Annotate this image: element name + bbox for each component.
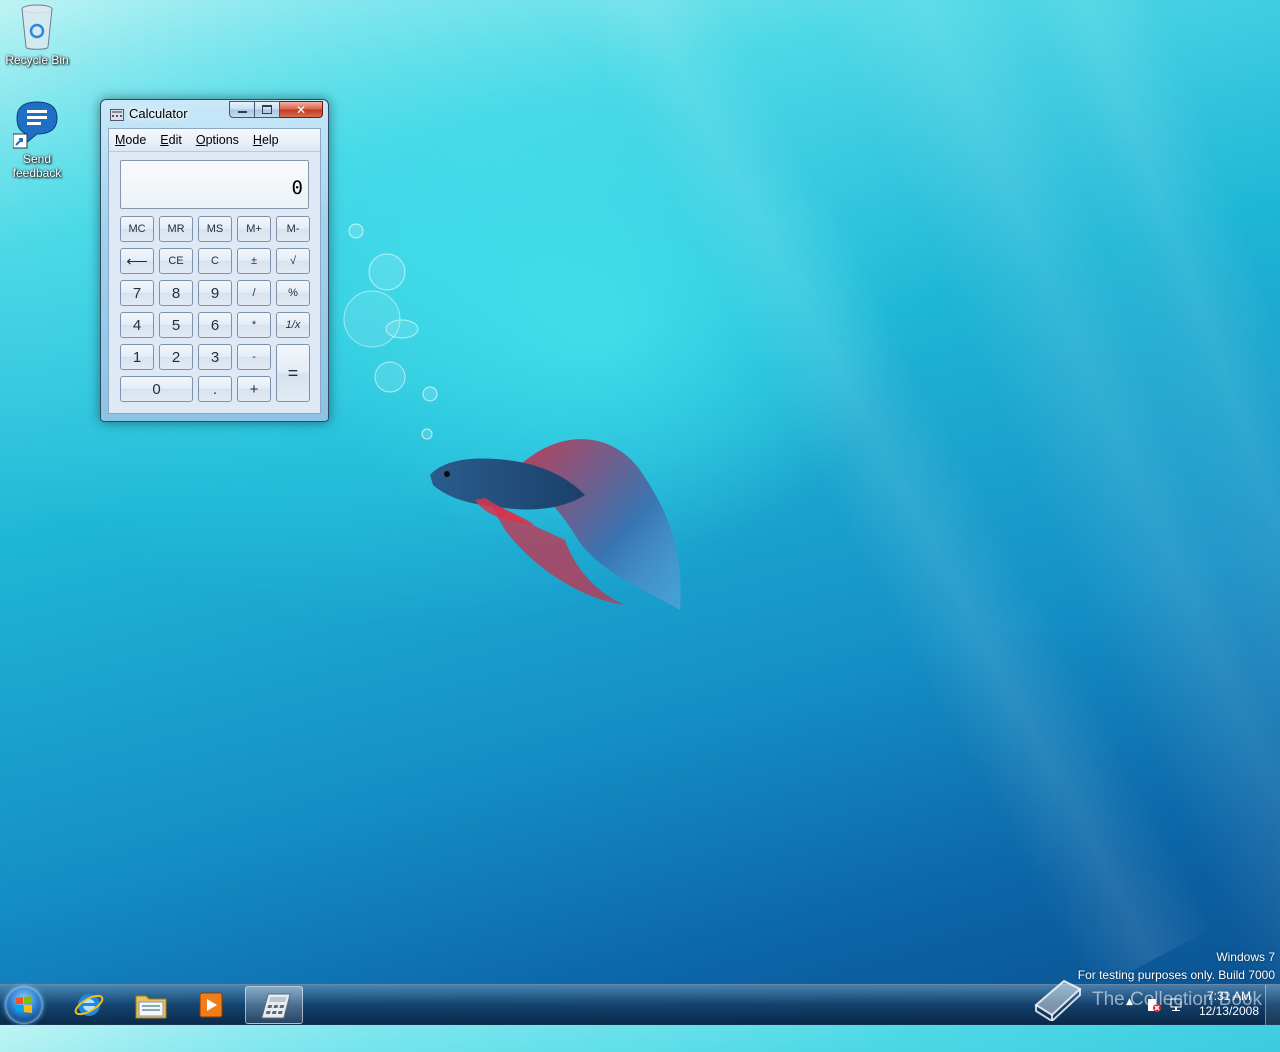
desktop-icon-label: Recycle Bin (5, 53, 69, 67)
negate-button[interactable]: ± (237, 248, 271, 274)
recycle-bin-icon (21, 4, 53, 50)
memory-add-button[interactable]: M+ (237, 216, 271, 242)
digit-3-button[interactable]: 3 (198, 344, 232, 370)
calculator-window[interactable]: Calculator ✕ Mode Edit Options Help 0 MC… (100, 99, 329, 422)
digit-1-button[interactable]: 1 (120, 344, 154, 370)
menu-mode[interactable]: Mode (115, 133, 146, 147)
overlay-text: The Collection Book (1092, 989, 1263, 1010)
windows-logo-icon (16, 996, 32, 1013)
equals-button[interactable]: = (276, 344, 310, 402)
digit-9-button[interactable]: 9 (198, 280, 232, 306)
memory-clear-button[interactable]: MC (120, 216, 154, 242)
menu-options[interactable]: Options (196, 133, 239, 147)
clear-entry-button[interactable]: CE (159, 248, 193, 274)
add-button[interactable]: + (237, 376, 271, 402)
digit-4-button[interactable]: 4 (120, 312, 154, 338)
digit-0-button[interactable]: 0 (120, 376, 193, 402)
clear-button[interactable]: C (198, 248, 232, 274)
close-button[interactable]: ✕ (280, 101, 323, 118)
wallpaper-bubbles (343, 223, 438, 440)
build-watermark-title: Windows 7 (1216, 950, 1275, 964)
window-title: Calculator (129, 106, 188, 121)
digit-5-button[interactable]: 5 (159, 312, 193, 338)
square-root-button[interactable]: √ (276, 248, 310, 274)
memory-subtract-button[interactable]: M- (276, 216, 310, 242)
memory-store-button[interactable]: MS (198, 216, 232, 242)
percent-button[interactable]: % (276, 280, 310, 306)
desktop-icon-recycle-bin[interactable]: Recycle Bin (1, 3, 73, 67)
keypad: MC MR MS M+ M- ⟵ CE C ± √ 7 8 9 / % 4 5 … (120, 216, 310, 402)
backspace-button[interactable]: ⟵ (120, 248, 154, 274)
taskbar-internet-explorer[interactable] (60, 986, 118, 1024)
multiply-button[interactable]: * (237, 312, 271, 338)
minimize-icon (237, 111, 247, 113)
decimal-button[interactable]: . (198, 376, 232, 402)
taskbar-windows-explorer[interactable] (121, 986, 179, 1024)
divide-button[interactable]: / (237, 280, 271, 306)
maximize-button[interactable] (255, 101, 280, 118)
digit-8-button[interactable]: 8 (159, 280, 193, 306)
digit-6-button[interactable]: 6 (198, 312, 232, 338)
calculator-icon (261, 993, 291, 1019)
subtract-button[interactable]: - (237, 344, 271, 370)
maximize-icon (262, 105, 272, 114)
minimize-button[interactable] (229, 101, 255, 118)
reciprocal-button[interactable]: 1/x (276, 312, 310, 338)
folder-icon (135, 995, 167, 1019)
close-icon: ✕ (295, 102, 307, 117)
book-icon (1034, 979, 1082, 1021)
menu-edit[interactable]: Edit (160, 133, 182, 147)
title-bar[interactable]: Calculator ✕ (101, 100, 328, 128)
menu-help[interactable]: Help (253, 133, 279, 147)
collection-book-overlay: The Collection Book (1030, 973, 1270, 1023)
feedback-icon (13, 101, 58, 149)
digit-7-button[interactable]: 7 (120, 280, 154, 306)
digit-2-button[interactable]: 2 (159, 344, 193, 370)
desktop-icon-send-feedback[interactable]: Send feedback (1, 100, 73, 180)
taskbar-media-player[interactable] (182, 986, 240, 1024)
internet-explorer-icon (74, 994, 104, 1016)
calculator-app-icon (110, 109, 124, 121)
start-button[interactable] (5, 986, 43, 1024)
display-value: 0 (291, 177, 303, 199)
wallpaper-fish (430, 439, 681, 610)
memory-recall-button[interactable]: MR (159, 216, 193, 242)
taskbar-calculator[interactable] (245, 986, 303, 1024)
desktop-icon-label: Send feedback (12, 152, 62, 180)
media-player-icon (199, 992, 223, 1018)
calculator-client-area: Mode Edit Options Help 0 MC MR MS M+ M- … (108, 128, 321, 414)
menu-bar: Mode Edit Options Help (109, 129, 320, 152)
calculator-display: 0 (120, 160, 309, 209)
